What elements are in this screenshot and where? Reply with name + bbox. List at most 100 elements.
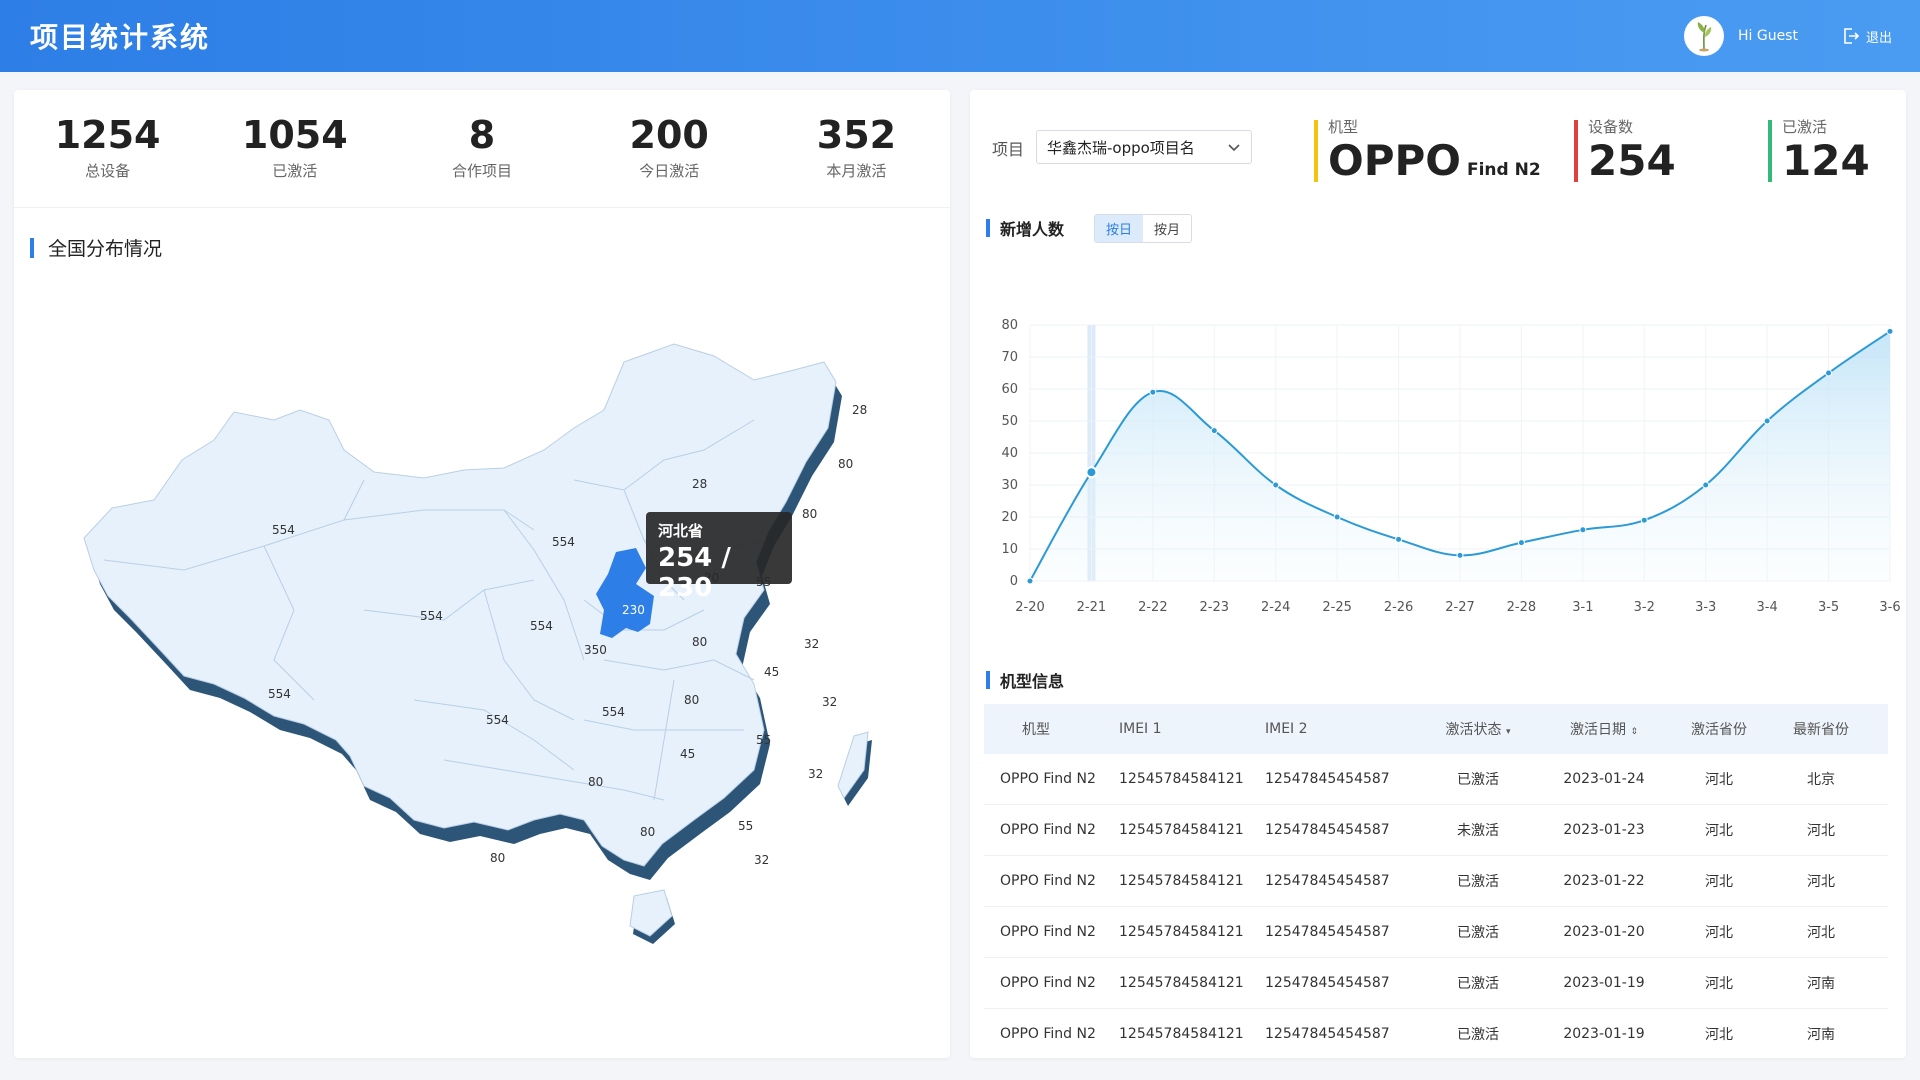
kpi-value: 1054 (241, 113, 348, 157)
chart-x-axis: 2-20 2-21 2-22 2-23 2-24 2-25 2-26 2-27 2-28 3-1 3… (1015, 600, 1900, 615)
table-row[interactable]: OPPO Find N2 12545784584121 12547845454587… (984, 805, 1888, 856)
column-header-label: 激活日期 (1570, 722, 1626, 738)
x-tick-label: 3-3 (1695, 600, 1716, 615)
stat-model: 机型 OPPO Find N2 (1314, 116, 1541, 194)
x-tick-label: 3-2 (1634, 600, 1655, 615)
map-section-title: 全国分布情况 (30, 234, 162, 261)
table-cell: 2023-01-19 (1563, 1026, 1645, 1042)
table-cell: 河北 (1705, 1027, 1733, 1043)
x-tick-label: 2-22 (1138, 600, 1168, 615)
table-cell: 河北 (1705, 874, 1733, 890)
map-value-label: 28 (852, 403, 867, 417)
map-value-label: 554 (486, 713, 509, 727)
kpi-label: 已激活 (272, 162, 318, 180)
column-header-status[interactable]: 激活状态 ▾ (1422, 719, 1534, 739)
table-cell: 12545784584121 (1119, 924, 1244, 940)
kpi-row: 1254 总设备 1054 已激活 8 合作项目 200 今日激活 352 本月… (14, 90, 950, 208)
stat-label: 已激活 (1782, 118, 1828, 136)
project-select-value: 华鑫杰瑞-oppo项目名 (1047, 138, 1195, 157)
map-value-label: 55 (738, 819, 753, 833)
table-row[interactable]: OPPO Find N2 12545784584121 12547845454587… (984, 754, 1888, 805)
data-point[interactable] (1395, 535, 1403, 543)
x-tick-label: 2-25 (1322, 600, 1352, 615)
header-user-area: Hi Guest 退出 (1683, 16, 1892, 56)
data-point[interactable] (1517, 539, 1525, 547)
map-value-label: 80 (588, 775, 603, 789)
data-point[interactable] (1333, 513, 1341, 521)
kpi-today-activated: 200 今日激活 (576, 90, 763, 207)
x-tick-label: 2-21 (1077, 600, 1107, 615)
data-point[interactable] (1149, 388, 1157, 396)
kpi-value: 8 (468, 113, 496, 157)
title-accent-bar (986, 219, 990, 237)
table-body: OPPO Find N2 12545784584121 12547845454587… (984, 754, 1888, 1060)
table-cell: 2023-01-24 (1563, 771, 1645, 787)
table-cell: 河南 (1807, 976, 1835, 992)
user-greeting: Hi Guest (1737, 28, 1798, 44)
map-value-label: 554 (272, 523, 295, 537)
china-map[interactable]: 28 80 28 80 554 554 554 554 554 554 554 … (64, 300, 924, 1020)
table-cell: 河北 (1807, 874, 1835, 890)
map-value-label: 80 (640, 825, 655, 839)
column-header: IMEI 1 (1119, 721, 1162, 737)
avatar[interactable] (1683, 16, 1724, 56)
table-header: 机型 IMEI 1 IMEI 2 激活状态 ▾ 激活日期 ⇕ 激活省份 最新省份 (984, 704, 1888, 754)
x-tick-label: 2-23 (1200, 600, 1230, 615)
map-value-label: 554 (420, 609, 443, 623)
column-header-date[interactable]: 激活日期 ⇕ (1534, 719, 1674, 739)
tooltip-value: 254 / 230 (658, 543, 731, 603)
y-tick-label: 10 (1001, 542, 1018, 557)
x-tick-label: 2-20 (1015, 600, 1045, 615)
table-row[interactable]: OPPO Find N2 12545784584121 12547845454587… (984, 856, 1888, 907)
table-cell: 已激活 (1457, 1027, 1499, 1043)
table-cell: OPPO Find N2 (1000, 822, 1096, 838)
data-point[interactable] (1456, 551, 1464, 559)
data-point[interactable] (1272, 481, 1280, 489)
data-point[interactable] (1026, 577, 1034, 585)
table-cell: 河北 (1807, 925, 1835, 941)
project-select[interactable]: 华鑫杰瑞-oppo项目名 (1036, 130, 1252, 164)
kpi-value: 1254 (54, 113, 161, 157)
x-tick-label: 2-28 (1507, 600, 1537, 615)
device-table-title: 机型信息 (986, 668, 1064, 692)
data-point[interactable] (1702, 481, 1710, 489)
data-point[interactable] (1763, 417, 1771, 425)
data-point[interactable] (1210, 427, 1218, 435)
table-row[interactable]: OPPO Find N2 12545784584121 12547845454587… (984, 907, 1888, 958)
table-cell: 12545784584121 (1119, 822, 1244, 838)
data-point[interactable] (1640, 516, 1648, 524)
device-table: 机型 IMEI 1 IMEI 2 激活状态 ▾ 激活日期 ⇕ 激活省份 最新省份… (984, 704, 1888, 1060)
data-point[interactable] (1825, 369, 1833, 377)
chart-y-axis: 0 10 20 30 40 50 60 70 80 (1001, 318, 1018, 589)
model-name: OPPO (1328, 136, 1461, 185)
table-cell: OPPO Find N2 (1000, 1026, 1096, 1042)
kpi-value: 352 (816, 113, 897, 157)
sort-icon: ⇕ (1630, 727, 1638, 737)
table-cell: 河南 (1807, 1027, 1835, 1043)
table-cell: 2023-01-19 (1563, 975, 1645, 991)
map-value-label: 45 (764, 665, 779, 679)
data-point[interactable] (1579, 526, 1587, 534)
table-row[interactable]: OPPO Find N2 12545784584121 12547845454587… (984, 1009, 1888, 1060)
kpi-value: 200 (629, 113, 709, 157)
data-point[interactable] (1886, 327, 1894, 335)
kpi-partner-projects: 8 合作项目 (388, 90, 575, 207)
table-cell: OPPO Find N2 (1000, 924, 1096, 940)
column-header-label: 激活状态 (1445, 722, 1502, 738)
table-cell: 河北 (1705, 925, 1733, 941)
toggle-by-day[interactable]: 按日 (1095, 215, 1144, 242)
y-tick-label: 0 (1010, 574, 1018, 589)
x-tick-label: 3-5 (1818, 600, 1839, 615)
new-users-title: 新增人数 (986, 216, 1064, 240)
table-cell: 12547845454587 (1265, 873, 1390, 889)
data-point[interactable] (1085, 466, 1098, 479)
table-cell: 已激活 (1457, 976, 1499, 992)
logout-button[interactable]: 退出 (1842, 27, 1892, 46)
toggle-by-month[interactable]: 按月 (1143, 215, 1192, 242)
app-title: 项目统计系统 (30, 21, 211, 54)
table-row[interactable]: OPPO Find N2 12545784584121 12547845454587… (984, 958, 1888, 1009)
map-value-label: 32 (822, 695, 837, 709)
x-tick-label: 3-1 (1572, 600, 1593, 615)
stat-value: 254 (1588, 136, 1676, 185)
period-toggle[interactable]: 按日 按月 (1094, 214, 1193, 243)
